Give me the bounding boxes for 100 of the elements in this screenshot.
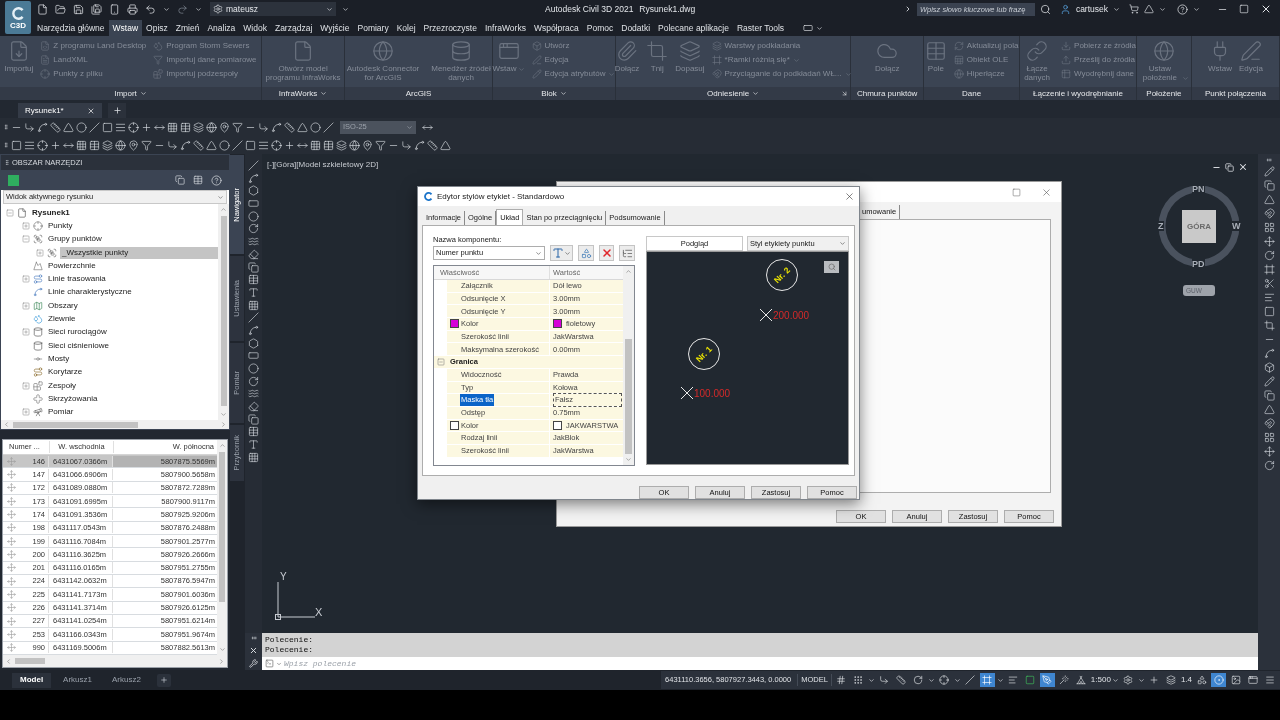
scroll-thumb[interactable] — [625, 339, 632, 454]
tree-item[interactable]: Obszary — [46, 299, 80, 312]
corner-arrow-icon[interactable] — [258, 121, 269, 133]
grid-icon[interactable] — [167, 121, 178, 133]
triangle-icon[interactable] — [1144, 4, 1154, 14]
ribbon-tab[interactable]: Widok — [239, 20, 271, 36]
caret-icon[interactable] — [1113, 5, 1120, 13]
corner-arrow-icon[interactable] — [167, 139, 178, 151]
ribbon-tab[interactable]: Analiza — [203, 20, 240, 36]
rotate-icon[interactable] — [248, 223, 259, 235]
close-icon[interactable] — [1260, 3, 1272, 15]
tree-item[interactable]: Korytarze — [46, 366, 85, 379]
curve-icon[interactable] — [248, 324, 259, 336]
caret-icon[interactable] — [1159, 5, 1166, 13]
caret-icon[interactable] — [326, 5, 333, 13]
plus-icon[interactable] — [50, 139, 61, 151]
grid-icon[interactable] — [76, 139, 87, 151]
ribbon-tab[interactable]: Narzędzia główne — [33, 20, 109, 36]
curve-icon[interactable] — [1263, 348, 1275, 359]
rotate-icon[interactable] — [1263, 250, 1275, 261]
caret-icon[interactable] — [839, 240, 846, 247]
ruler-icon[interactable] — [193, 139, 204, 151]
new-tab-button[interactable] — [108, 103, 126, 118]
layout-tab[interactable]: Arkusz2 — [104, 672, 149, 688]
curve-icon[interactable] — [248, 172, 259, 184]
lines-icon[interactable] — [24, 139, 35, 151]
circle-icon[interactable] — [248, 210, 259, 222]
user-name[interactable]: cartusek — [1075, 2, 1108, 16]
compass-direction[interactable]: PD — [1192, 259, 1205, 269]
ribbon-tab[interactable]: Zarządzaj — [270, 20, 317, 36]
search-icon[interactable] — [1039, 3, 1051, 15]
frame-icon[interactable] — [1263, 264, 1275, 275]
lines-icon[interactable] — [258, 139, 269, 151]
compass-direction[interactable]: PN — [1192, 184, 1205, 194]
text-icon[interactable] — [248, 286, 259, 298]
compass-direction[interactable]: W — [1232, 221, 1241, 231]
scroll-thumb[interactable] — [220, 216, 227, 406]
slash-icon[interactable] — [323, 121, 334, 133]
pin-icon[interactable] — [362, 139, 373, 151]
caret-icon[interactable] — [816, 24, 824, 32]
ribbon-tab[interactable]: Raster Tools — [732, 20, 789, 36]
copy-icon[interactable] — [175, 175, 185, 185]
file-tab[interactable]: Rysunek1* — [18, 103, 102, 118]
tree-item[interactable]: Zespoły — [46, 379, 78, 392]
ruler-icon[interactable] — [50, 121, 61, 133]
tree-item[interactable]: _Wszystkie punkty — [60, 246, 218, 259]
grid-icon[interactable] — [1263, 432, 1275, 443]
grid-icon[interactable] — [1263, 222, 1275, 233]
wave-icon[interactable] — [248, 236, 259, 248]
tree-item[interactable]: Rysunek1 — [30, 206, 72, 219]
square-tile-icon[interactable] — [8, 174, 19, 186]
vertical-scrollbar[interactable] — [218, 204, 229, 420]
corner-arrow-icon[interactable] — [401, 139, 412, 151]
pin-icon[interactable] — [219, 121, 230, 133]
layout-tab[interactable]: Model — [12, 672, 52, 688]
rotate-icon[interactable] — [1263, 460, 1275, 471]
plus-icon[interactable] — [112, 106, 122, 115]
vertical-scrollbar[interactable] — [623, 266, 634, 465]
triangle-icon[interactable] — [297, 121, 308, 133]
tree-item[interactable]: Skrzyżowania — [46, 392, 100, 405]
triangle-icon[interactable] — [1263, 194, 1275, 205]
wrench-icon[interactable] — [249, 659, 258, 668]
triangle-icon[interactable] — [63, 121, 74, 133]
curve-icon[interactable] — [180, 139, 191, 151]
lines-icon[interactable] — [1263, 292, 1275, 303]
circle-icon[interactable] — [76, 121, 87, 133]
plus-icon[interactable] — [141, 121, 152, 133]
grid-icon[interactable] — [248, 451, 259, 463]
ribbon-tab[interactable]: Kolej — [392, 20, 420, 36]
tree-item[interactable]: Sieci ciśnieniowe — [46, 339, 111, 352]
triangle-icon[interactable] — [206, 139, 217, 151]
copy-icon[interactable] — [248, 413, 259, 425]
undo-icon[interactable] — [145, 3, 156, 15]
phone-icon[interactable] — [109, 3, 120, 15]
workspace-dropdown[interactable]: mateusz — [210, 2, 336, 16]
move-icon[interactable] — [1263, 446, 1275, 457]
tree-item[interactable]: Pomiar — [46, 406, 76, 419]
caret-icon[interactable] — [195, 5, 202, 13]
caret-icon[interactable] — [1111, 676, 1119, 684]
ribbon-tab[interactable]: Wstaw — [108, 20, 143, 36]
tree-item[interactable]: Mosty — [46, 352, 72, 365]
redo-icon[interactable] — [177, 3, 188, 15]
ruler-icon[interactable] — [427, 139, 438, 151]
tree-item[interactable]: Zlewnie — [46, 313, 78, 325]
horizontal-scrollbar[interactable] — [3, 655, 227, 667]
compass-direction[interactable]: Z — [1158, 221, 1164, 231]
corner-arrow-icon[interactable] — [24, 121, 35, 133]
text-icon[interactable] — [248, 439, 259, 451]
ribbon-tab[interactable]: Przezroczyste — [419, 20, 481, 36]
caret-icon[interactable] — [996, 676, 1004, 684]
user-icon[interactable] — [1059, 3, 1071, 15]
precision-value[interactable]: 1.4 — [1180, 674, 1192, 686]
scale-selector[interactable]: 1:500 — [1090, 674, 1119, 686]
wave-icon[interactable] — [248, 388, 259, 400]
caret-icon[interactable] — [342, 5, 349, 13]
ribbon-tab[interactable]: Pomiary — [353, 20, 393, 36]
restore-icon[interactable] — [1225, 162, 1234, 172]
curve-icon[interactable] — [414, 139, 425, 151]
layout-tab[interactable]: Arkusz1 — [55, 672, 100, 688]
text-icon[interactable] — [552, 247, 565, 259]
